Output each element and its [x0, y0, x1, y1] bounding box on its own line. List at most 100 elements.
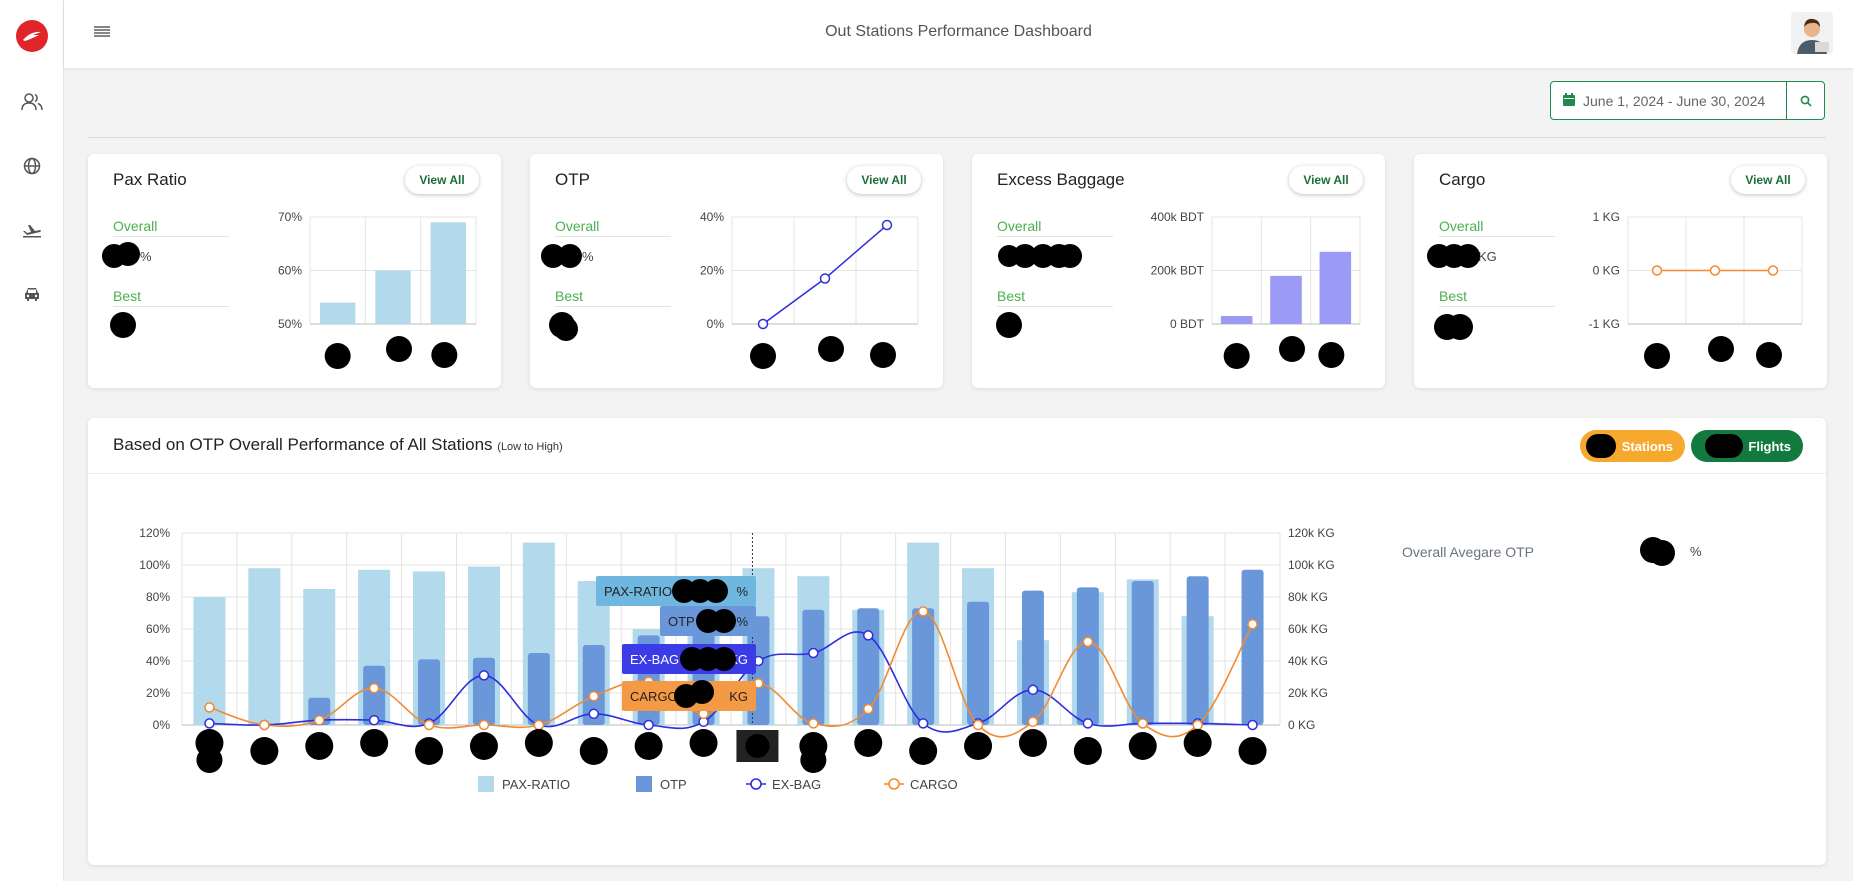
redaction-mark: [1183, 729, 1212, 757]
card-title: Cargo: [1439, 170, 1486, 189]
legend-label: EX-BAG: [772, 777, 821, 792]
overall-label: Overall: [997, 218, 1042, 234]
redaction-mark: [324, 343, 351, 369]
logo-icon[interactable]: [16, 20, 48, 52]
stations-toggle[interactable]: Stations: [1580, 430, 1685, 462]
y-tick-label: 50%: [278, 317, 302, 331]
redaction-mark: [524, 729, 553, 757]
overall-label: Overall: [1439, 218, 1484, 234]
top-header: Out Stations Performance Dashboard: [64, 0, 1853, 68]
ex-bag-point: [368, 714, 380, 726]
data-point: [1651, 265, 1663, 276]
redaction-mark: [634, 732, 663, 760]
ex-bag-point: [1027, 684, 1039, 696]
cargo-point: [1137, 718, 1148, 729]
otp-bar: [472, 657, 495, 725]
y-left-tick-label: 100%: [139, 558, 170, 572]
legend-swatch: [750, 778, 762, 790]
redaction-mark: [998, 244, 1082, 268]
user-avatar[interactable]: [1791, 12, 1833, 54]
redaction-mark: [1705, 434, 1743, 458]
redaction-mark: [1073, 737, 1102, 765]
page-title: Out Stations Performance Dashboard: [825, 23, 1092, 40]
best-label: Best: [113, 288, 142, 304]
date-range-value: June 1, 2024 - June 30, 2024: [1583, 92, 1766, 109]
y-right-tick-label: 120k KG: [1288, 526, 1335, 540]
legend-label: CARGO: [910, 777, 958, 792]
redaction-mark: [579, 737, 608, 765]
search-button[interactable]: [1786, 81, 1825, 120]
sidebar: [0, 0, 64, 881]
bar: [319, 302, 356, 324]
legend-swatch: [888, 778, 900, 790]
tooltip-ex-bag-label: EX-BAG: [630, 652, 679, 667]
view-all-button[interactable]: View All: [405, 166, 479, 194]
divider: [997, 306, 1113, 307]
plane-icon[interactable]: [20, 218, 44, 242]
redaction-mark: [1128, 732, 1157, 760]
redaction-mark: [1640, 537, 1675, 566]
cargo-point: [1082, 636, 1094, 648]
ex-bag-point: [478, 670, 490, 681]
data-point: [1709, 265, 1721, 276]
otp-performance-chart: 120% 120k KG 100% 100k KG 80% 80k KG 60% 60k KG…: [139, 526, 1335, 792]
redaction-mark: [196, 747, 223, 773]
tooltip-pax-ratio-suffix: %: [736, 584, 748, 599]
view-all-button[interactable]: View All: [1289, 166, 1363, 194]
bar: [430, 222, 467, 324]
y-tick-label: 60%: [278, 264, 302, 278]
stations-performance-panel: Based on OTP Overall Performance of All …: [88, 418, 1826, 865]
redaction-mark: [909, 737, 938, 765]
redaction-mark: [690, 680, 714, 704]
divider: [1439, 236, 1555, 237]
legend-label: OTP: [660, 777, 687, 792]
redaction-mark: [800, 747, 827, 773]
redaction-mark: [1018, 729, 1047, 757]
redaction-mark: [1279, 336, 1305, 362]
view-all-button[interactable]: View All: [847, 166, 921, 194]
bar: [375, 270, 411, 324]
globe-icon[interactable]: [20, 154, 44, 178]
otp-bar: [1131, 581, 1154, 725]
overall-label: Overall: [555, 218, 600, 234]
car-icon[interactable]: [20, 282, 44, 306]
tooltip-cargo-label: CARGO: [630, 689, 678, 704]
card-title: Pax Ratio: [113, 170, 187, 189]
divider: [997, 236, 1113, 237]
card-cargo: Cargo View All Overall KG Best 1 KG 0 KG -…: [1414, 154, 1827, 388]
y-tick-label: 400k BDT: [1151, 210, 1205, 224]
y-tick-label: 200k BDT: [1151, 264, 1205, 278]
y-left-tick-label: 40%: [146, 654, 170, 668]
legend-label: PAX-RATIO: [502, 777, 570, 792]
redaction-mark: [1708, 336, 1734, 362]
cargo-point: [478, 719, 490, 731]
otp-bar: [1021, 590, 1044, 725]
avg-otp-value: %: [1690, 544, 1702, 559]
otp-bar: [1186, 576, 1209, 725]
panel-subtitle: (Low to High): [497, 441, 563, 453]
avg-otp-label: Overall Avegare OTP: [1402, 544, 1535, 560]
redaction-mark: [1427, 244, 1480, 268]
cargo-point: [972, 719, 984, 731]
redaction-mark: [712, 647, 736, 671]
divider: [1439, 306, 1555, 307]
redaction-mark: [541, 244, 582, 268]
card-pax-ratio: Pax Ratio View All Overall % Best 70% 60%…: [88, 154, 501, 388]
redaction-mark: [1434, 314, 1473, 340]
date-range-input[interactable]: June 1, 2024 - June 30, 2024: [1550, 81, 1787, 120]
view-all-button[interactable]: View All: [1731, 166, 1805, 194]
bar: [1319, 251, 1352, 324]
y-right-tick-label: 20k KG: [1288, 686, 1328, 700]
y-tick-label: 0 BDT: [1170, 317, 1205, 331]
users-icon[interactable]: [20, 90, 44, 114]
pax-ratio-bar: [248, 568, 281, 725]
data-point: [881, 219, 893, 231]
divider: [555, 306, 671, 307]
flights-toggle[interactable]: Flights: [1691, 430, 1803, 462]
tooltip-otp-suffix: %: [736, 614, 748, 629]
y-right-tick-label: 60k KG: [1288, 622, 1328, 636]
redaction-mark: [996, 312, 1022, 338]
redaction-mark: [110, 312, 136, 338]
redaction-mark: [1223, 343, 1250, 369]
otp-bar: [527, 653, 550, 725]
